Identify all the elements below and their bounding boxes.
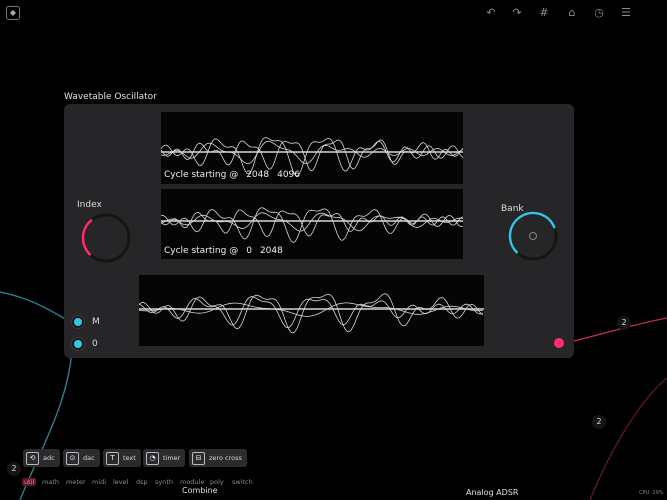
scope-1-label: Cycle starting @ [164,170,239,180]
bank-knob-center [529,232,537,240]
connection-count-badge: 2 [7,462,21,476]
output-waveform-display [139,275,484,346]
cable-pink-right [561,317,667,345]
clock-icon[interactable]: ◷ [592,6,606,20]
input-jack-0[interactable] [74,340,82,348]
module-title: Wavetable Oscillator [64,92,157,102]
logo-icon[interactable]: ◆ [6,6,20,20]
redo-icon[interactable]: ↷ [510,6,524,20]
scope-1-caption: Cycle starting @ 2048 4096 [164,170,300,180]
category-util[interactable]: util [22,478,37,486]
category-poly[interactable]: poly [210,478,224,486]
cpu-usage: CPU: 29% [639,490,664,496]
palette-timer-button[interactable]: ◔ timer [143,449,186,467]
grid-icon[interactable]: # [537,6,551,20]
analog-adsr-module-label[interactable]: Analog ADSR [466,488,518,497]
bank-knob[interactable] [507,210,559,262]
scope-1-end: 4096 [277,170,301,180]
input-jack-0-label: 0 [92,339,98,349]
connection-count-badge: 2 [617,316,631,330]
category-midi[interactable]: midi [92,478,106,486]
palette-zero-cross-label: zero cross [209,454,242,462]
menu-icon[interactable]: ☰ [619,6,633,20]
scope-2-end: 2048 [259,246,283,256]
connection-count-badge: 2 [592,415,606,429]
palette-adc-label: adc [43,454,55,462]
waveform-display-1: Cycle starting @ 2048 4096 [161,112,463,184]
lock-icon[interactable]: ⌂ [565,6,579,20]
palette-text-label: text [123,454,136,462]
wavetable-oscillator-module[interactable]: Cycle starting @ 2048 4096 Cycle starting … [64,104,574,358]
cable-pink-bottom [589,377,667,500]
category-module[interactable]: module [180,478,204,486]
combine-module-label[interactable]: Combine [182,486,218,495]
adc-icon: ⟲ [26,451,39,465]
output-waveform [139,293,484,334]
cable-blue-left [0,291,73,323]
category-synth[interactable]: synth [155,478,173,486]
category-meter[interactable]: meter [66,478,86,486]
index-knob-label: Index [77,200,102,210]
category-dsp[interactable]: dsp [136,478,148,486]
category-math[interactable]: math [42,478,59,486]
cable-blue-bottom [19,345,73,500]
dac-icon: ⊙ [66,451,79,465]
scope-2-caption: Cycle starting @ 0 2048 [164,246,283,256]
waveform-trace [161,207,463,243]
waveform-trace [161,209,463,238]
palette-adc-button[interactable]: ⟲ adc [23,449,60,467]
category-switch[interactable]: switch [232,478,253,486]
palette-timer-label: timer [163,454,181,462]
scope-2-label: Cycle starting @ [164,246,239,256]
waveform-display-2: Cycle starting @ 0 2048 [161,189,463,259]
output-jack[interactable] [554,338,564,348]
timer-icon: ◔ [146,451,159,465]
scope-2-start: 0 [246,246,252,256]
palette-dac-label: dac [83,454,95,462]
input-jack-m[interactable] [74,318,82,326]
input-jack-m-label: M [92,317,100,327]
palette-dac-button[interactable]: ⊙ dac [63,449,100,467]
category-level[interactable]: level [113,478,128,486]
palette-zero-cross-button[interactable]: ⊟ zero cross [189,449,247,467]
index-knob[interactable] [80,212,132,264]
palette-text-button[interactable]: Ttext [103,449,141,467]
text-icon: T [106,451,119,465]
scope-1-start: 2048 [246,170,270,180]
undo-icon[interactable]: ↶ [484,6,498,20]
zero-cross-icon: ⊟ [192,451,205,465]
